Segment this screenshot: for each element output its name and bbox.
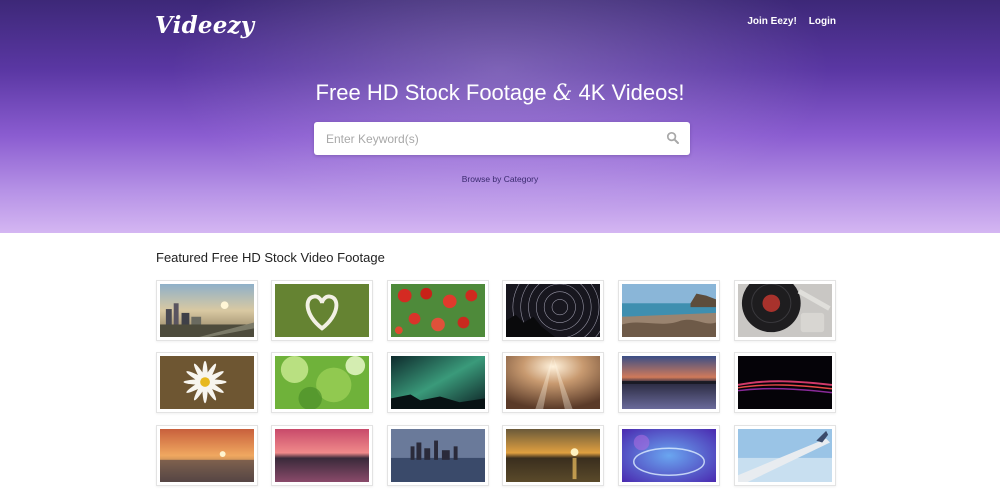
video-thumbnail-aurora[interactable]	[387, 352, 489, 413]
hero-title: Free HD Stock Footage & 4K Videos!	[0, 80, 1000, 106]
green-bokeh-image	[275, 356, 369, 409]
abstract-blue-image	[622, 429, 716, 482]
red-poppies-image	[391, 284, 485, 337]
video-thumbnail-heart-flowers[interactable]	[271, 280, 373, 341]
hero-title-part2: 4K Videos!	[578, 80, 685, 105]
light-rays-image	[506, 356, 600, 409]
video-thumbnail-light-streaks[interactable]	[734, 352, 836, 413]
video-thumbnail-airplane-wing[interactable]	[734, 425, 836, 486]
hero-title-part1: Free HD Stock Footage	[315, 80, 547, 105]
star-trails-image	[506, 284, 600, 337]
top-nav: Join Eezy! Login	[747, 16, 836, 27]
pink-clouds-image	[275, 429, 369, 482]
video-thumbnail-abstract-blue[interactable]	[618, 425, 720, 486]
aurora-image	[391, 356, 485, 409]
hero-title-ampersand: &	[552, 81, 573, 106]
video-thumbnail-pink-clouds[interactable]	[271, 425, 373, 486]
lake-dusk-image	[622, 356, 716, 409]
search-input[interactable]	[314, 122, 654, 155]
video-thumbnail-city-skyline[interactable]	[387, 425, 489, 486]
featured-section-title: Featured Free HD Stock Video Footage	[156, 250, 385, 265]
video-thumbnail-green-bokeh[interactable]	[271, 352, 373, 413]
video-thumbnail-daisy[interactable]	[156, 352, 258, 413]
login-link[interactable]: Login	[809, 16, 836, 27]
daisy-image	[160, 356, 254, 409]
videezy-logo[interactable]: Videezy	[155, 12, 254, 39]
video-thumbnail-golden-sunset[interactable]	[502, 425, 604, 486]
video-thumbnail-red-poppies[interactable]	[387, 280, 489, 341]
city-skyline-image	[391, 429, 485, 482]
video-thumbnail-lake-dusk[interactable]	[618, 352, 720, 413]
airplane-wing-image	[738, 429, 832, 482]
hero-banner: Videezy Join Eezy! Login Free HD Stock F…	[0, 0, 1000, 233]
rocky-beach-image	[622, 284, 716, 337]
video-thumbnail-rocky-beach[interactable]	[618, 280, 720, 341]
search-box	[314, 122, 690, 155]
browse-by-category-link[interactable]: Browse by Category	[462, 174, 539, 184]
golden-sunset-image	[506, 429, 600, 482]
heart-flowers-image	[275, 284, 369, 337]
join-eezy-link[interactable]: Join Eezy!	[747, 16, 796, 27]
beach-sunset-image	[160, 429, 254, 482]
video-thumbnail-turntable[interactable]	[734, 280, 836, 341]
video-thumbnail-beach-sunset[interactable]	[156, 425, 258, 486]
browse-by-category: Browse by Category	[0, 169, 1000, 187]
light-streaks-image	[738, 356, 832, 409]
turntable-image	[738, 284, 832, 337]
video-thumbnail-light-rays[interactable]	[502, 352, 604, 413]
search-icon[interactable]	[666, 131, 680, 145]
video-thumbnail-city-sunset[interactable]	[156, 280, 258, 341]
video-thumbnail-star-trails[interactable]	[502, 280, 604, 341]
city-sunset-image	[160, 284, 254, 337]
